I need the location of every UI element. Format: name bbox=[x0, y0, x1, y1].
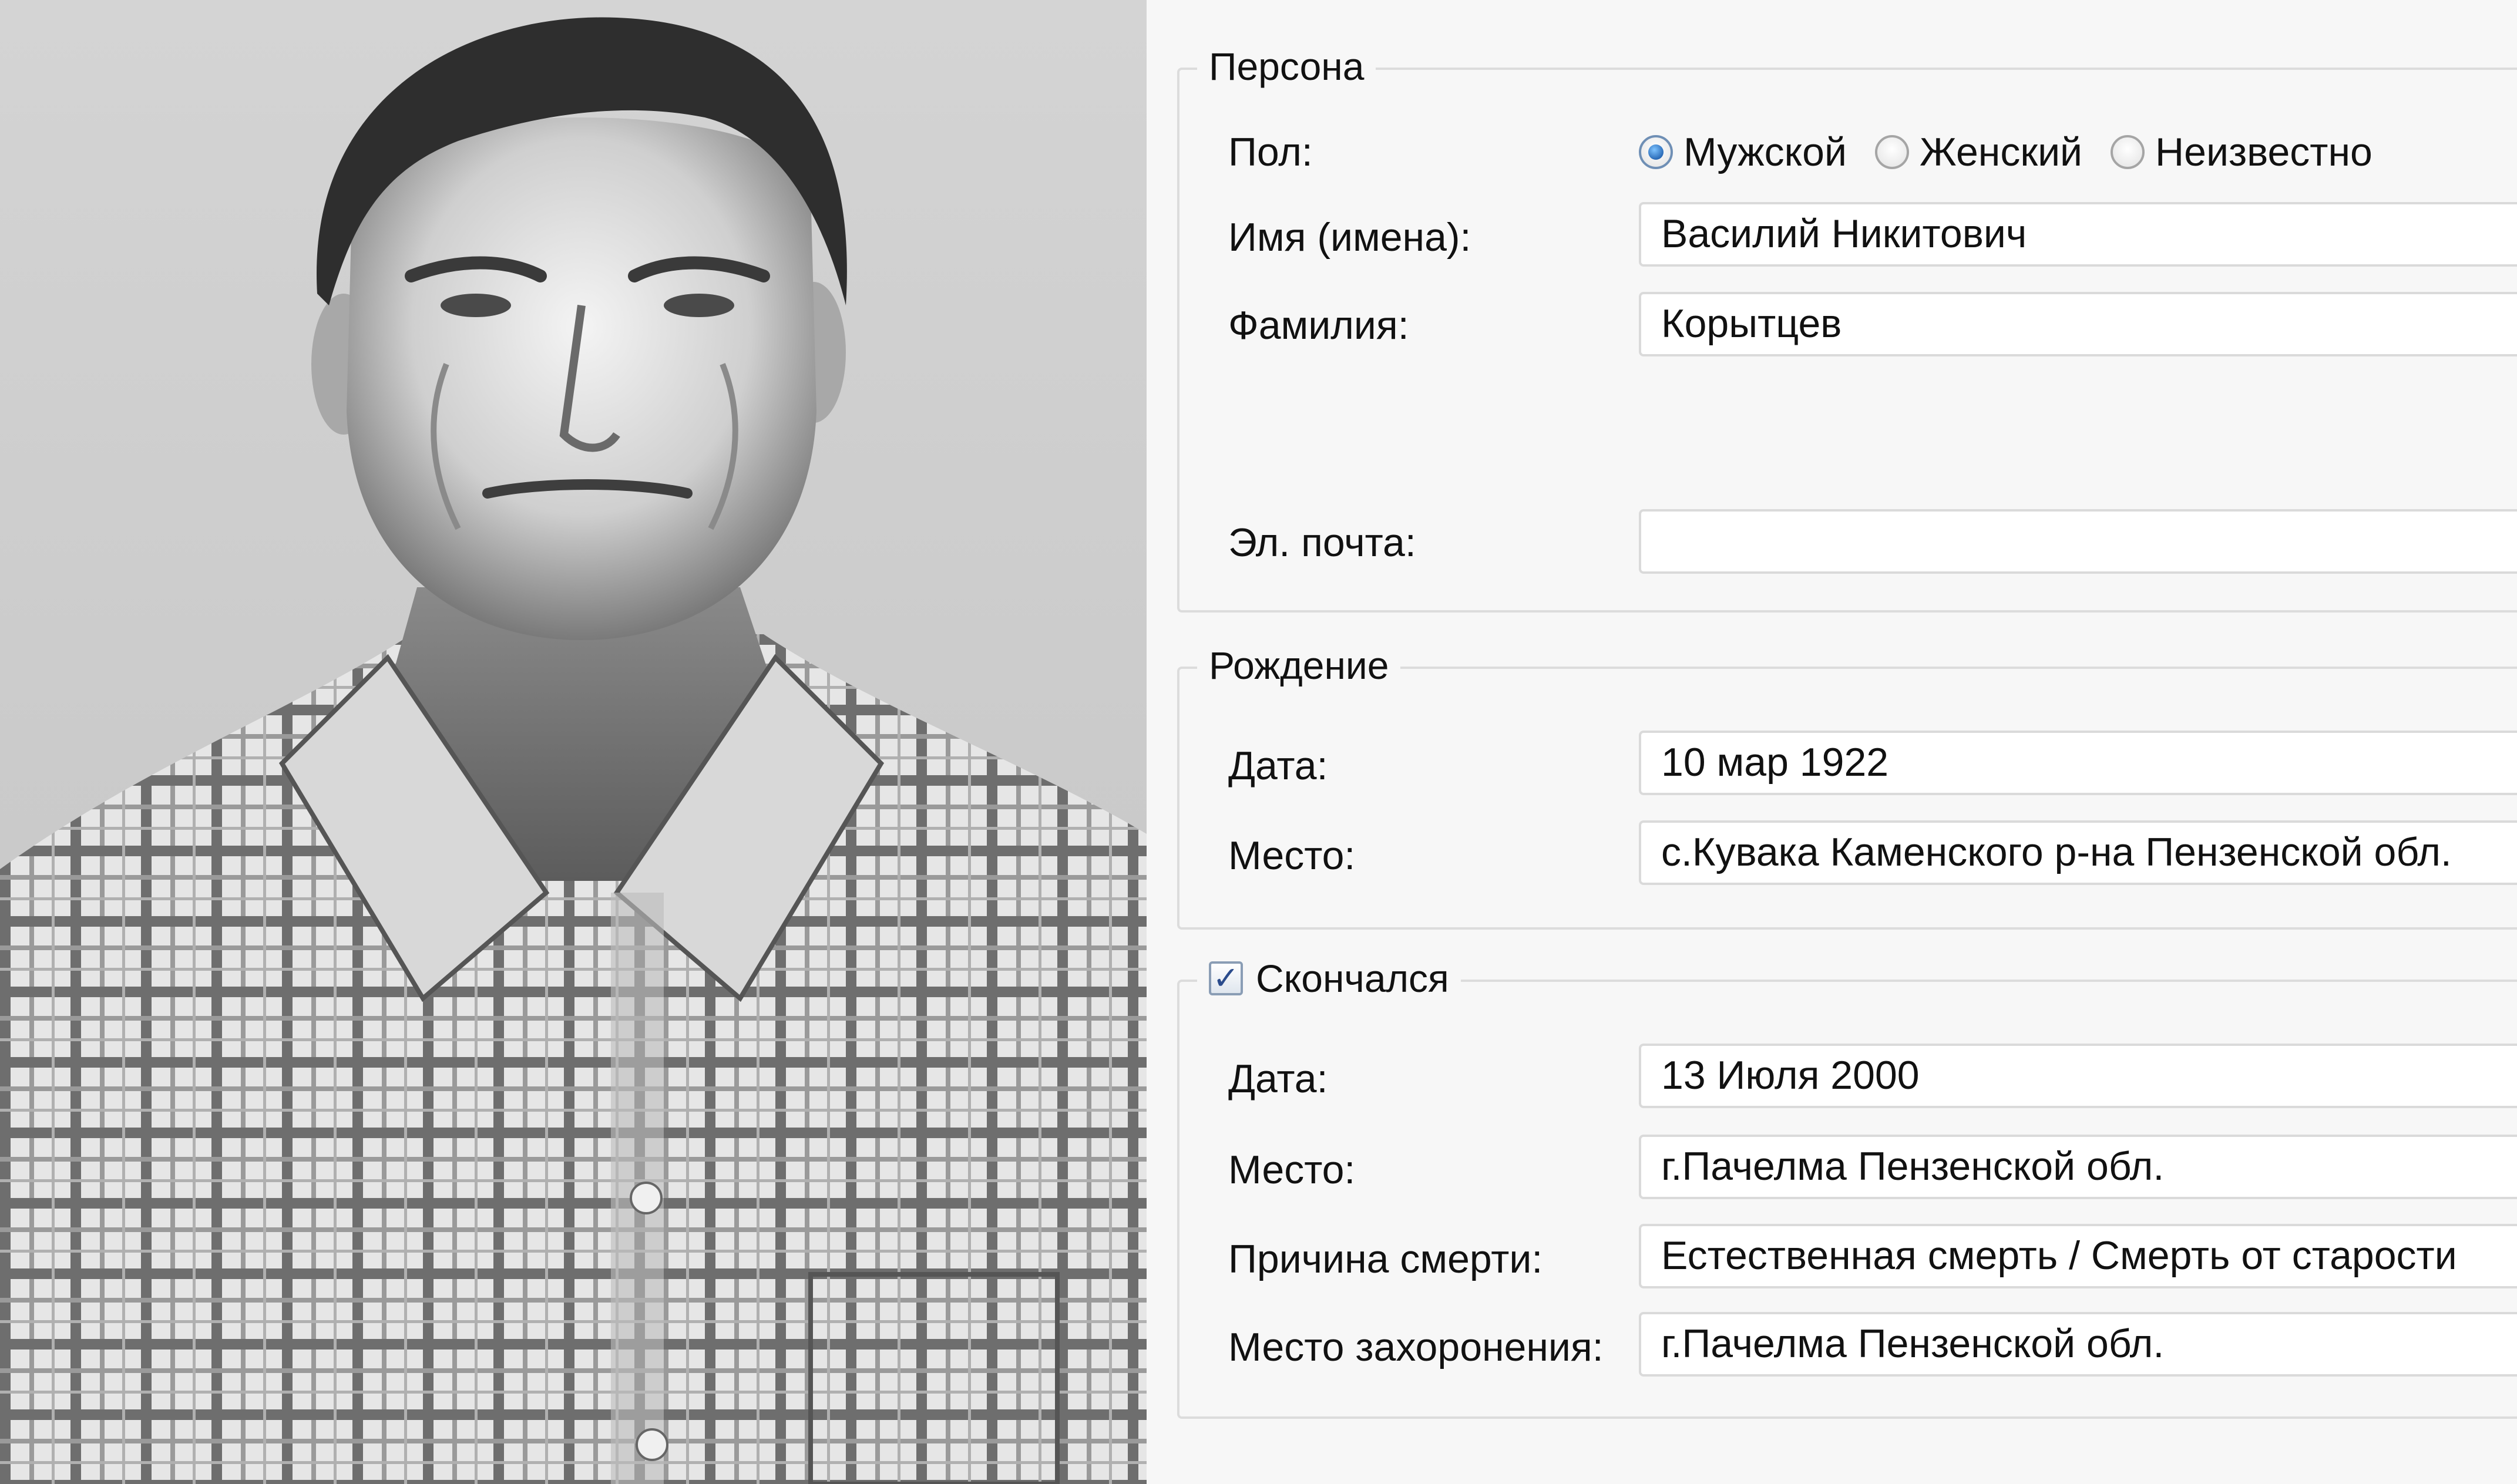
burial-place-label: Место захоронения: bbox=[1228, 1325, 1604, 1369]
birth-place-label: Место: bbox=[1228, 833, 1356, 878]
gender-label: Пол: bbox=[1228, 130, 1313, 174]
radio-unknown[interactable] bbox=[2111, 135, 2145, 169]
birth-place-field[interactable]: с.Кувака Каменского р-на Пензенской обл. bbox=[1639, 820, 2517, 885]
gender-option-female[interactable]: Женский bbox=[1874, 129, 2083, 176]
group-birth: Рождение Дата: 10 мар 1922 Место: с.Кува… bbox=[1177, 642, 2517, 930]
given-names-field[interactable]: Василий Никитович bbox=[1639, 202, 2517, 267]
burial-place-field[interactable]: г.Пачелма Пензенской обл. bbox=[1639, 1312, 2517, 1377]
radio-female-label: Женский bbox=[1919, 130, 2083, 174]
gender-radio-group: Мужской Женский Неизвестно bbox=[1639, 129, 2401, 176]
radio-male-label: Мужской bbox=[1683, 130, 1847, 174]
gender-option-male[interactable]: Мужской bbox=[1639, 129, 1847, 176]
death-date-label: Дата: bbox=[1228, 1056, 1328, 1101]
death-cause-label: Причина смерти: bbox=[1228, 1237, 1543, 1281]
email-label: Эл. почта: bbox=[1228, 520, 1416, 565]
death-place-field[interactable]: г.Пачелма Пензенской обл. bbox=[1639, 1135, 2517, 1199]
death-date-field[interactable]: 13 Июля 2000 bbox=[1639, 1044, 2517, 1108]
email-field[interactable] bbox=[1639, 509, 2517, 574]
deceased-label: Скончался bbox=[1256, 957, 1449, 1000]
group-person-legend: Персона bbox=[1197, 43, 1376, 90]
surname-field[interactable]: Корытцев bbox=[1639, 292, 2517, 356]
group-death-legend: ✓ Скончался bbox=[1197, 955, 1461, 1002]
birth-date-field[interactable]: 10 мар 1922 bbox=[1639, 731, 2517, 795]
person-photo bbox=[0, 0, 1147, 1484]
group-birth-legend: Рождение bbox=[1197, 642, 1401, 689]
gender-option-unknown[interactable]: Неизвестно bbox=[2111, 129, 2373, 176]
radio-female[interactable] bbox=[1874, 135, 1909, 169]
radio-male[interactable] bbox=[1639, 135, 1673, 169]
group-person: Персона Пол: Мужской Женский Неизвестно … bbox=[1177, 43, 2517, 613]
given-names-label: Имя (имена): bbox=[1228, 215, 1471, 260]
death-place-label: Место: bbox=[1228, 1148, 1356, 1192]
deceased-checkbox[interactable]: ✓ bbox=[1209, 961, 1243, 995]
radio-unknown-label: Неизвестно bbox=[2155, 130, 2373, 174]
surname-label: Фамилия: bbox=[1228, 303, 1409, 348]
birth-date-label: Дата: bbox=[1228, 743, 1328, 788]
death-cause-field[interactable]: Естественная смерть / Смерть от старости bbox=[1639, 1224, 2517, 1288]
person-form: Персона Пол: Мужской Женский Неизвестно … bbox=[1147, 0, 2517, 1484]
check-mark-icon: ✓ bbox=[1212, 961, 1239, 996]
group-death: ✓ Скончался Дата: 13 Июля 2000 Место: г.… bbox=[1177, 955, 2517, 1419]
